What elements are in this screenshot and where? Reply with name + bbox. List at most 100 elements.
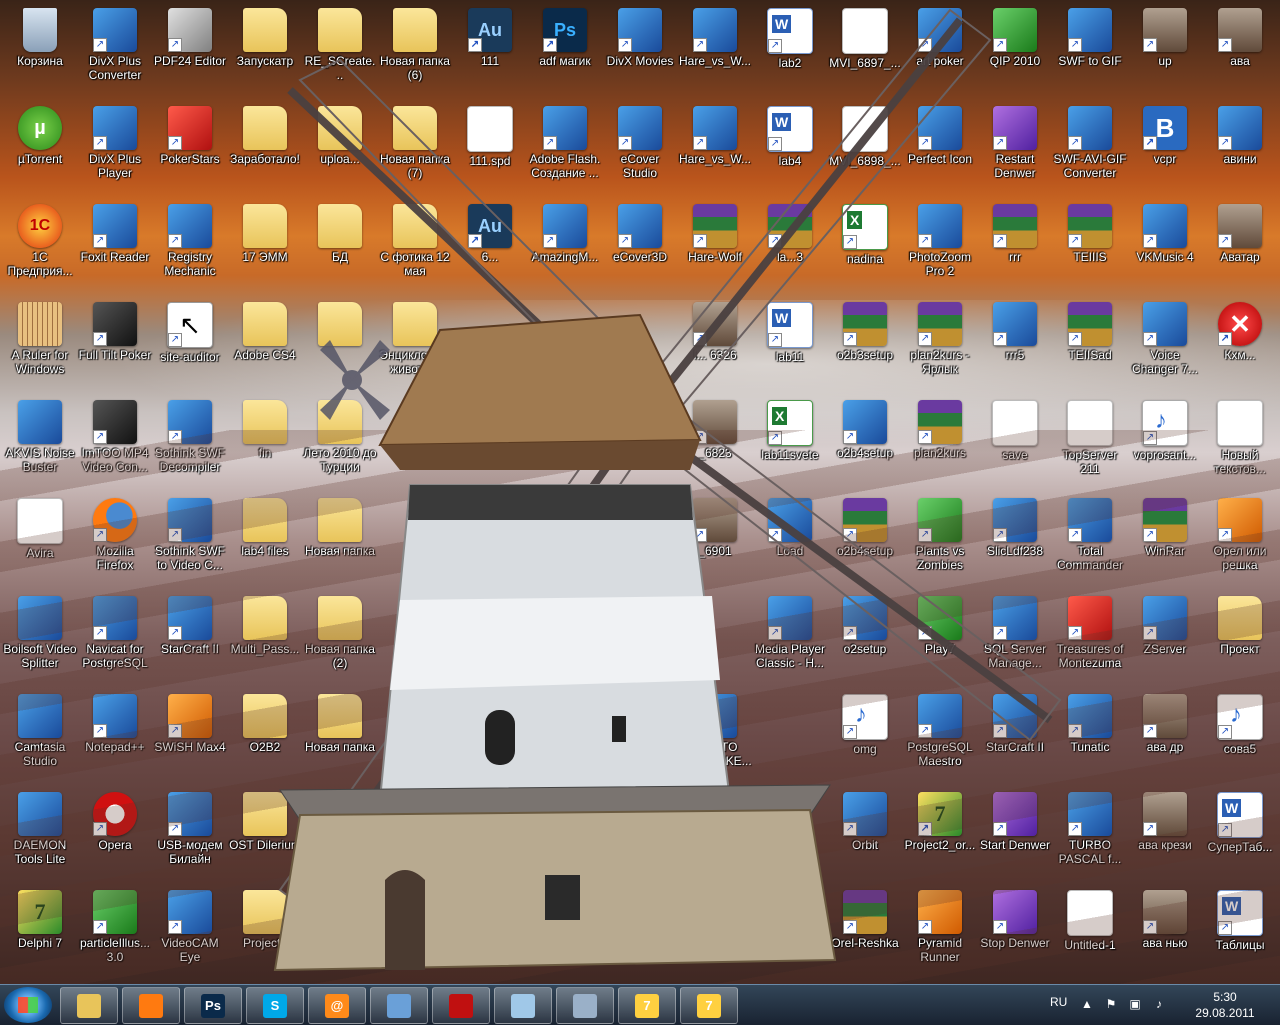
language-indicator[interactable]: RU xyxy=(1050,995,1067,1009)
desktop-icon[interactable]: Запускатр xyxy=(227,2,303,98)
desktop-icon[interactable]: Stop Denwer xyxy=(977,884,1053,980)
desktop-icon[interactable]: plan2kurs - Ярлык xyxy=(902,296,978,392)
desktop-icon[interactable]: Mozilla Firefox xyxy=(77,492,153,588)
desktop-icon[interactable]: WinRar xyxy=(1127,492,1203,588)
calculator-task[interactable] xyxy=(556,987,614,1024)
desktop-icon[interactable]: omg xyxy=(827,688,903,784)
desktop-icon[interactable]: Новый текстов... xyxy=(1202,394,1278,490)
desktop-icon[interactable]: Restart Denwer xyxy=(977,100,1053,196)
delphi2-task[interactable]: 7 xyxy=(680,987,738,1024)
desktop-icon[interactable]: StarCraft II xyxy=(977,688,1053,784)
desktop-icon[interactable]: С фотика 12 мая xyxy=(377,198,453,294)
start-button[interactable] xyxy=(4,987,52,1023)
notebook-task[interactable] xyxy=(494,987,552,1024)
desktop-icon[interactable]: ✕ Кхм... xyxy=(1202,296,1278,392)
desktop-icon[interactable]: Treasures of Montezuma xyxy=(1052,590,1128,686)
firefox-task[interactable] xyxy=(122,987,180,1024)
desktop-icon[interactable]: uploa... xyxy=(302,100,378,196)
desktop-icon[interactable]: o2b4setup xyxy=(827,492,903,588)
desktop-icon[interactable]: Tunatic xyxy=(1052,688,1128,784)
desktop-icon[interactable]: Таблицы xyxy=(1202,884,1278,980)
desktop-icon[interactable]: Avira xyxy=(2,492,78,588)
desktop-icon[interactable]: Pyramid Runner xyxy=(902,884,978,980)
explorer-task[interactable] xyxy=(60,987,118,1024)
desktop-icon[interactable]: Hare-Wolf xyxy=(677,198,753,294)
desktop-icon[interactable]: Total Commander xyxy=(1052,492,1128,588)
desktop-icon[interactable]: СуперТаб... xyxy=(1202,786,1278,882)
desktop-icon[interactable]: TEIISad xyxy=(1052,296,1128,392)
desktop-icon[interactable]: 7 Project2_or... xyxy=(902,786,978,882)
desktop-icon[interactable]: SlicLdf238 xyxy=(977,492,1053,588)
desktop-icon[interactable]: Корзина xyxy=(2,2,78,98)
mail-task[interactable]: @ xyxy=(308,987,366,1024)
desktop-icon[interactable]: Новая папка (7) xyxy=(377,100,453,196)
desktop-icon[interactable]: SWF to GIF xyxy=(1052,2,1128,98)
skype-task[interactable]: S xyxy=(246,987,304,1024)
desktop-icon[interactable] xyxy=(302,296,378,392)
desktop-icon[interactable]: la...3 xyxy=(752,198,828,294)
desktop-icon[interactable]: авини xyxy=(1202,100,1278,196)
desktop-icon[interactable]: O2B2 xyxy=(227,688,303,784)
desktop-icon[interactable]: o2setup xyxy=(827,590,903,686)
desktop-icon[interactable]: SWF-AVI-GIF Converter xyxy=(1052,100,1128,196)
desktop-icon[interactable]: o2b3setup xyxy=(827,296,903,392)
desktop-icon[interactable]: I... 6326 xyxy=(677,296,753,392)
desktop-icon[interactable]: ↖ site-auditor xyxy=(152,296,228,392)
desktop-icon[interactable]: rrr xyxy=(977,198,1053,294)
desktop-icon[interactable]: Untitled-1 xyxy=(1052,884,1128,980)
desktop-icon[interactable]: Заработало! xyxy=(227,100,303,196)
desktop-icon[interactable]: ава др xyxy=(1127,688,1203,784)
desktop-icon[interactable]: Hare_vs_W... xyxy=(677,2,753,98)
desktop-icon[interactable]: DivX Plus Converter xyxy=(77,2,153,98)
desktop-icon[interactable]: SQL Server Manage... xyxy=(977,590,1053,686)
desktop-icon[interactable]: lab11 xyxy=(752,296,828,392)
desktop-icon[interactable]: VideoCAM Eye xyxy=(152,884,228,980)
desktop-icon[interactable]: Аватар xyxy=(1202,198,1278,294)
desktop-icon[interactable]: Opera xyxy=(77,786,153,882)
desktop-icon[interactable]: PhotoZoom Pro 2 xyxy=(902,198,978,294)
desktop-icon[interactable]: Full Tilt Poker xyxy=(77,296,153,392)
desktop-icon[interactable]: VKMusic 4 xyxy=(1127,198,1203,294)
desktop-icon[interactable]: DAEMON Tools Lite xyxy=(2,786,78,882)
desktop-icon[interactable]: Start Denwer xyxy=(977,786,1053,882)
desktop-icon[interactable]: Энциклопе... животн... xyxy=(377,296,453,392)
desktop-icon[interactable]: 7 Delphi 7 xyxy=(2,884,78,980)
desktop-icon[interactable]: µ µTorrent xyxy=(2,100,78,196)
delphi-task[interactable]: 7 xyxy=(618,987,676,1024)
desktop-icon[interactable]: Registry Mechanic xyxy=(152,198,228,294)
desktop-icon[interactable]: Orel-Reshka xyxy=(827,884,903,980)
desktop-icon[interactable]: Sothink SWF to Video C... xyxy=(152,492,228,588)
desktop-icon[interactable]: ImTOO MP4 Video Con... xyxy=(77,394,153,490)
desktop-icon[interactable]: Plants vs Zombies xyxy=(902,492,978,588)
desktop-icon[interactable]: Boilsoft Video Splitter xyxy=(2,590,78,686)
desktop-icon[interactable]: lab4 xyxy=(752,100,828,196)
desktop-icon[interactable]: USB-модем Билайн xyxy=(152,786,228,882)
desktop-icon[interactable]: lab4 files xyxy=(227,492,303,588)
desktop-icon[interactable]: AKVIS Noise Buster xyxy=(2,394,78,490)
flag-icon[interactable]: ⚑ xyxy=(1104,997,1118,1011)
desktop-icon[interactable]: SWiSH Max4 xyxy=(152,688,228,784)
desktop-icon[interactable]: Perfect Icon xyxy=(902,100,978,196)
desktop-icon[interactable]: Load xyxy=(752,492,828,588)
desktop-icon[interactable]: 17 ЭММ xyxy=(227,198,303,294)
acrobat-task[interactable] xyxy=(432,987,490,1024)
desktop-icon[interactable]: eCover Studio xyxy=(602,100,678,196)
desktop-icon[interactable]: Au 111 xyxy=(452,2,528,98)
desktop-icon[interactable]: Orbit xyxy=(827,786,903,882)
desktop-icon[interactable]: fin xyxy=(227,394,303,490)
clock[interactable]: 5:30 29.08.2011 xyxy=(1190,989,1260,1021)
desktop-icon[interactable]: QIP 2010 xyxy=(977,2,1053,98)
desktop-icon[interactable]: A Ruler for Windows xyxy=(2,296,78,392)
desktop-icon[interactable]: ава нью xyxy=(1127,884,1203,980)
desktop-icon[interactable]: Sothink SWF Decompiler xyxy=(152,394,228,490)
desktop-icon[interactable]: Navicat for PostgreSQL xyxy=(77,590,153,686)
desktop-icon[interactable]: plan2kurs xyxy=(902,394,978,490)
desktop-icon[interactable]: lab11svete xyxy=(752,394,828,490)
desktop-icon[interactable]: o2b4setup xyxy=(827,394,903,490)
desktop-icon[interactable]: RE_SCreate... xyxy=(302,2,378,98)
desktop-icon[interactable]: Multi_Pass... xyxy=(227,590,303,686)
desktop-icon[interactable]: DivX Movies xyxy=(602,2,678,98)
desktop-icon[interactable]: Hare_vs_W... xyxy=(677,100,753,196)
desktop-icon[interactable]: PokerStars xyxy=(152,100,228,196)
desktop-icon[interactable]: Новая папка xyxy=(302,492,378,588)
